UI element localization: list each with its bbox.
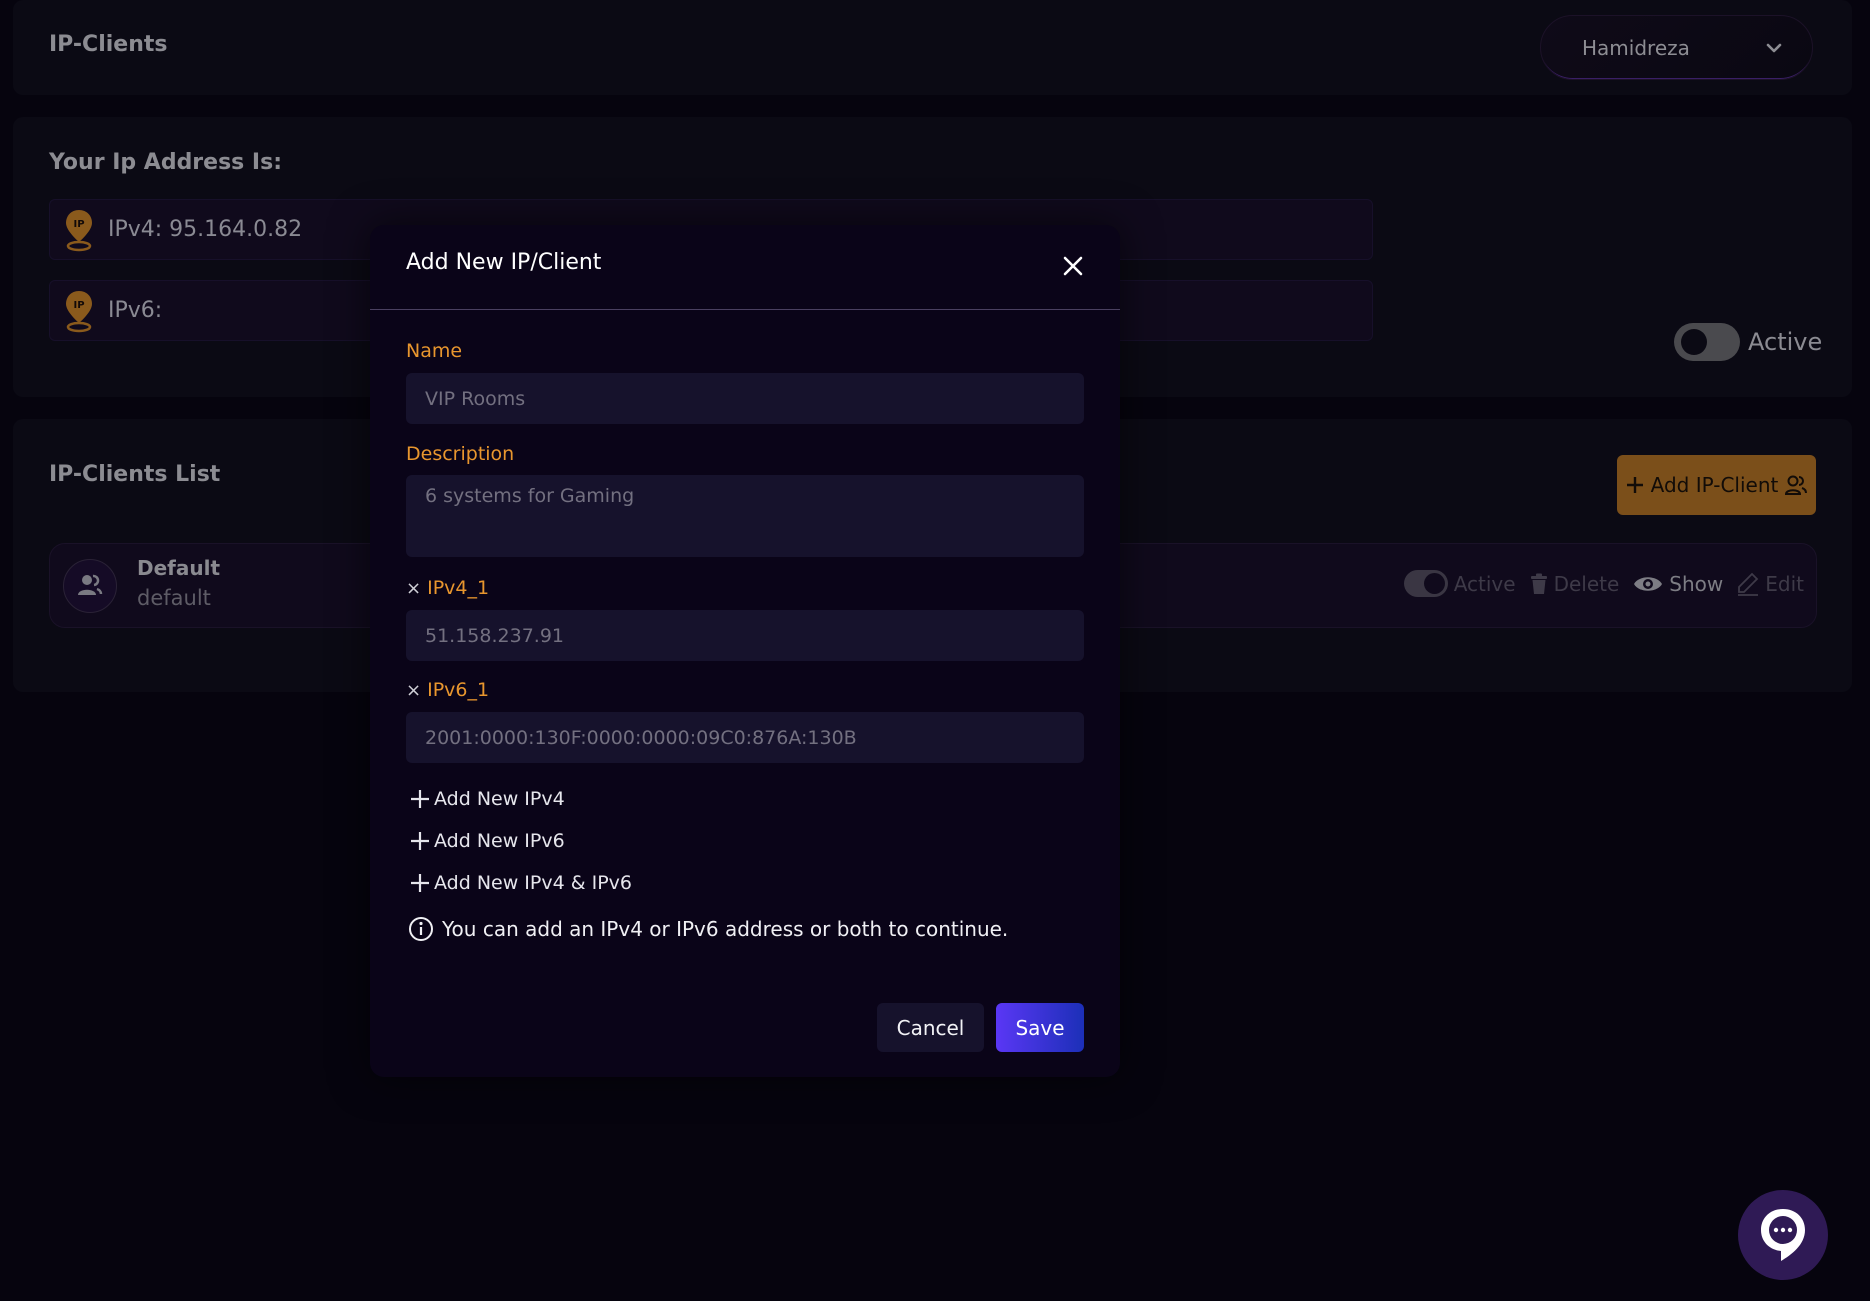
name-label: Name [406, 340, 463, 362]
add-new-ipv4-label: Add New IPv4 [434, 788, 565, 810]
info-icon [409, 917, 433, 941]
save-button[interactable]: Save [996, 1003, 1084, 1052]
add-ip-client-modal: Add New IP/Client Name Description 6 sys… [370, 225, 1120, 1077]
ipv4-1-input[interactable] [406, 610, 1084, 661]
modal-divider [370, 309, 1120, 310]
add-new-ipv6-link[interactable]: Add New IPv6 [410, 830, 565, 852]
name-input[interactable] [406, 373, 1084, 424]
info-text: You can add an IPv4 or IPv6 address or b… [442, 917, 1009, 941]
description-label: Description [406, 443, 515, 465]
ipv4-1-label-text: IPv4_1 [427, 577, 490, 599]
chat-icon [1761, 1209, 1805, 1261]
plus-icon [411, 874, 429, 892]
add-new-ipv4-ipv6-link[interactable]: Add New IPv4 & IPv6 [410, 872, 632, 894]
plus-icon [411, 790, 429, 808]
add-new-ipv4-ipv6-label: Add New IPv4 & IPv6 [434, 872, 632, 894]
remove-ipv4-1-icon[interactable]: × [406, 578, 421, 599]
close-icon[interactable] [1062, 255, 1084, 277]
cancel-button[interactable]: Cancel [877, 1003, 984, 1052]
ipv6-1-input[interactable] [406, 712, 1084, 763]
ipv6-1-label: × IPv6_1 [406, 679, 489, 701]
ipv4-1-label: × IPv4_1 [406, 577, 489, 599]
ipv6-1-label-text: IPv6_1 [427, 679, 490, 701]
description-textarea[interactable]: 6 systems for Gaming [406, 475, 1084, 557]
chat-support-button[interactable] [1738, 1190, 1828, 1280]
remove-ipv6-1-icon[interactable]: × [406, 680, 421, 701]
plus-icon [411, 832, 429, 850]
info-message: You can add an IPv4 or IPv6 address or b… [408, 916, 1008, 942]
add-new-ipv6-label: Add New IPv6 [434, 830, 565, 852]
modal-title: Add New IP/Client [406, 250, 602, 275]
add-new-ipv4-link[interactable]: Add New IPv4 [410, 788, 565, 810]
